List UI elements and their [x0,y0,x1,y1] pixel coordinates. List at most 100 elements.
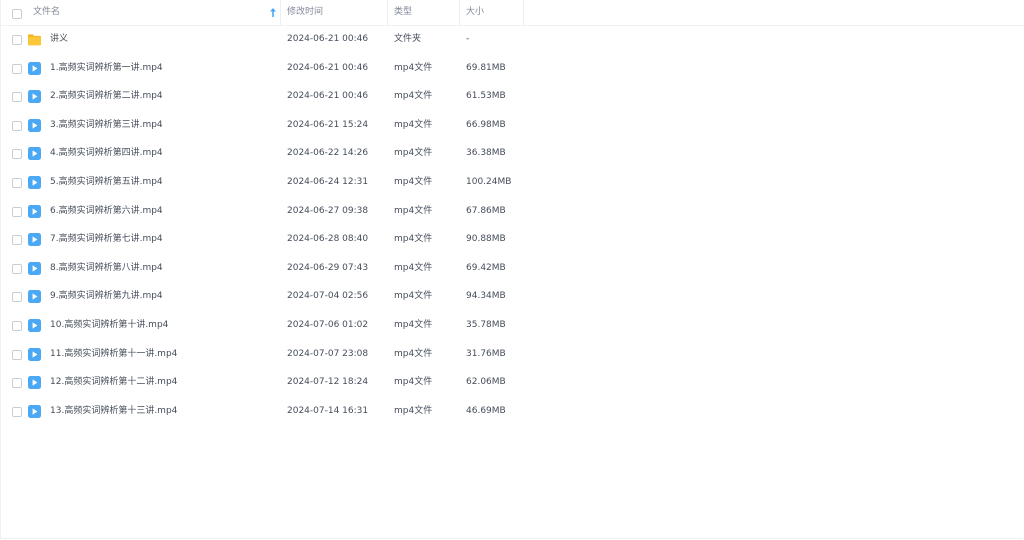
file-name[interactable]: 3.高频实词辨析第三讲.mp4 [50,111,163,140]
file-type: mp4文件 [394,262,433,273]
modified-time: 2024-06-21 00:46 [287,91,369,102]
row-checkbox[interactable] [12,263,22,274]
modified-time: 2024-06-21 00:46 [287,62,369,73]
row-checkbox[interactable] [12,149,22,160]
folder-row[interactable]: 讲义 2024-06-21 00:46 文件夹 - [1,25,1024,54]
file-name[interactable]: 讲义 [50,25,68,54]
file-type: 文件夹 [394,34,422,44]
row-checkbox[interactable] [12,349,22,360]
file-type: mp4文件 [394,177,433,187]
file-row[interactable]: 8.高频实词辨析第八讲.mp4 2024-06-29 07:43 mp4文件 69.4… [1,254,1024,283]
file-row[interactable]: 12.高频实词辨析第十二讲.mp4 2024-07-12 18:24 mp4文件 62… [1,368,1024,397]
file-type: mp4文件 [394,119,433,130]
video-file-icon [28,376,41,390]
video-file-icon [28,147,41,161]
row-checkbox[interactable] [12,63,22,74]
file-row[interactable]: 6.高频实词辨析第六讲.mp4 2024-06-27 09:38 mp4文件 67.8… [1,197,1024,226]
row-checkbox[interactable] [12,120,22,131]
file-type: mp4文件 [394,234,433,245]
file-size: 61.53MB [466,91,506,102]
column-header-name[interactable]: 文件名 [1,0,281,25]
video-file-icon [28,261,41,275]
row-checkbox[interactable] [12,292,22,303]
file-row[interactable]: 13.高频实词辨析第十三讲.mp4 2024-07-14 16:31 mp4文件 46… [1,397,1024,426]
file-type: mp4文件 [394,348,433,359]
file-size: - [466,34,470,44]
file-row[interactable]: 2.高频实词辨析第二讲.mp4 2024-06-21 00:46 mp4文件 61.5… [1,82,1024,111]
column-header-type[interactable]: 类型 [388,0,460,25]
row-checkbox[interactable] [12,178,22,188]
column-header-name-label: 文件名 [33,7,61,17]
file-name[interactable]: 5.高频实词辨析第五讲.mp4 [50,168,163,197]
column-header-size-label: 大小 [466,7,485,17]
column-header-modified[interactable]: 修改时间 [281,0,388,25]
row-checkbox[interactable] [12,92,22,103]
file-name[interactable]: 13.高频实词辨析第十三讲.mp4 [50,397,177,426]
modified-time: 2024-07-04 02:56 [287,291,369,302]
modified-time: 2024-07-12 18:24 [287,377,369,388]
file-row[interactable]: 11.高频实词辨析第十一讲.mp4 2024-07-07 23:08 mp4文件 31… [1,340,1024,369]
row-checkbox[interactable] [12,378,22,389]
file-name[interactable]: 10.高频实词辨析第十讲.mp4 [50,311,168,340]
file-name[interactable]: 8.高频实词辨析第八讲.mp4 [50,254,163,283]
file-row[interactable]: 4.高频实词辨析第四讲.mp4 2024-06-22 14:26 mp4文件 36.3… [1,139,1024,168]
file-row[interactable]: 5.高频实词辨析第五讲.mp4 2024-06-24 12:31 mp4文件 100.… [1,168,1024,197]
file-size: 62.06MB [466,377,506,388]
file-name[interactable]: 6.高频实词辨析第六讲.mp4 [50,197,163,226]
row-checkbox[interactable] [12,406,22,417]
modified-time: 2024-06-22 14:26 [287,148,369,159]
modified-time: 2024-06-29 07:43 [287,262,369,273]
video-file-icon [28,61,41,75]
file-list-header: 文件名 修改时间 类型 大小 [1,0,1024,26]
file-row[interactable]: 1.高频实词辨析第一讲.mp4 2024-06-21 00:46 mp4文件 69.8… [1,54,1024,83]
file-size: 69.81MB [466,62,506,73]
file-row[interactable]: 3.高频实词辨析第三讲.mp4 2024-06-21 15:24 mp4文件 66.9… [1,111,1024,140]
video-file-icon [28,319,41,332]
modified-time: 2024-07-06 01:02 [287,320,369,330]
video-file-icon [28,233,41,247]
video-file-icon [28,118,41,132]
file-type: mp4文件 [394,62,433,73]
folder-icon [28,34,41,46]
file-type: mp4文件 [394,320,433,330]
file-type: mp4文件 [394,205,433,216]
modified-time: 2024-06-24 12:31 [287,177,369,187]
row-checkbox[interactable] [12,35,22,45]
sort-ascending-icon[interactable] [270,8,276,17]
file-name[interactable]: 4.高频实词辨析第四讲.mp4 [50,139,163,168]
modified-time: 2024-07-07 23:08 [287,348,369,359]
video-file-icon [28,290,41,304]
file-row[interactable]: 7.高频实词辨析第七讲.mp4 2024-06-28 08:40 mp4文件 90.8… [1,225,1024,254]
modified-time: 2024-06-21 00:46 [287,34,369,44]
file-name[interactable]: 2.高频实词辨析第二讲.mp4 [50,82,163,111]
row-checkbox[interactable] [12,235,22,246]
file-size: 90.88MB [466,234,506,245]
row-checkbox[interactable] [12,321,22,331]
file-size: 69.42MB [466,262,506,273]
file-size: 35.78MB [466,320,506,330]
row-checkbox[interactable] [12,206,22,217]
file-size: 67.86MB [466,205,506,216]
column-header-size[interactable]: 大小 [460,0,524,25]
modified-time: 2024-06-28 08:40 [287,234,369,245]
column-header-type-label: 类型 [394,7,413,17]
file-name[interactable]: 1.高频实词辨析第一讲.mp4 [50,54,163,83]
file-row[interactable]: 10.高频实词辨析第十讲.mp4 2024-07-06 01:02 mp4文件 35.… [1,311,1024,340]
file-type: mp4文件 [394,148,433,159]
file-type: mp4文件 [394,405,433,416]
file-type: mp4文件 [394,91,433,102]
file-size: 36.38MB [466,148,506,159]
column-header-modified-label: 修改时间 [287,7,324,17]
file-size: 31.76MB [466,348,506,359]
file-list-panel: 文件名 修改时间 类型 大小 讲义 2024-06-21 00:46 文件夹 - 1.… [0,0,1024,539]
file-name[interactable]: 11.高频实词辨析第十一讲.mp4 [50,340,177,369]
file-name[interactable]: 7.高频实词辨析第七讲.mp4 [50,225,163,254]
file-size: 94.34MB [466,291,506,302]
file-name[interactable]: 12.高频实词辨析第十二讲.mp4 [50,368,177,397]
video-file-icon [28,90,41,104]
file-type: mp4文件 [394,291,433,302]
file-size: 66.98MB [466,119,506,130]
modified-time: 2024-07-14 16:31 [287,405,369,416]
file-row[interactable]: 9.高频实词辨析第九讲.mp4 2024-07-04 02:56 mp4文件 94.3… [1,282,1024,311]
file-name[interactable]: 9.高频实词辨析第九讲.mp4 [50,282,163,311]
